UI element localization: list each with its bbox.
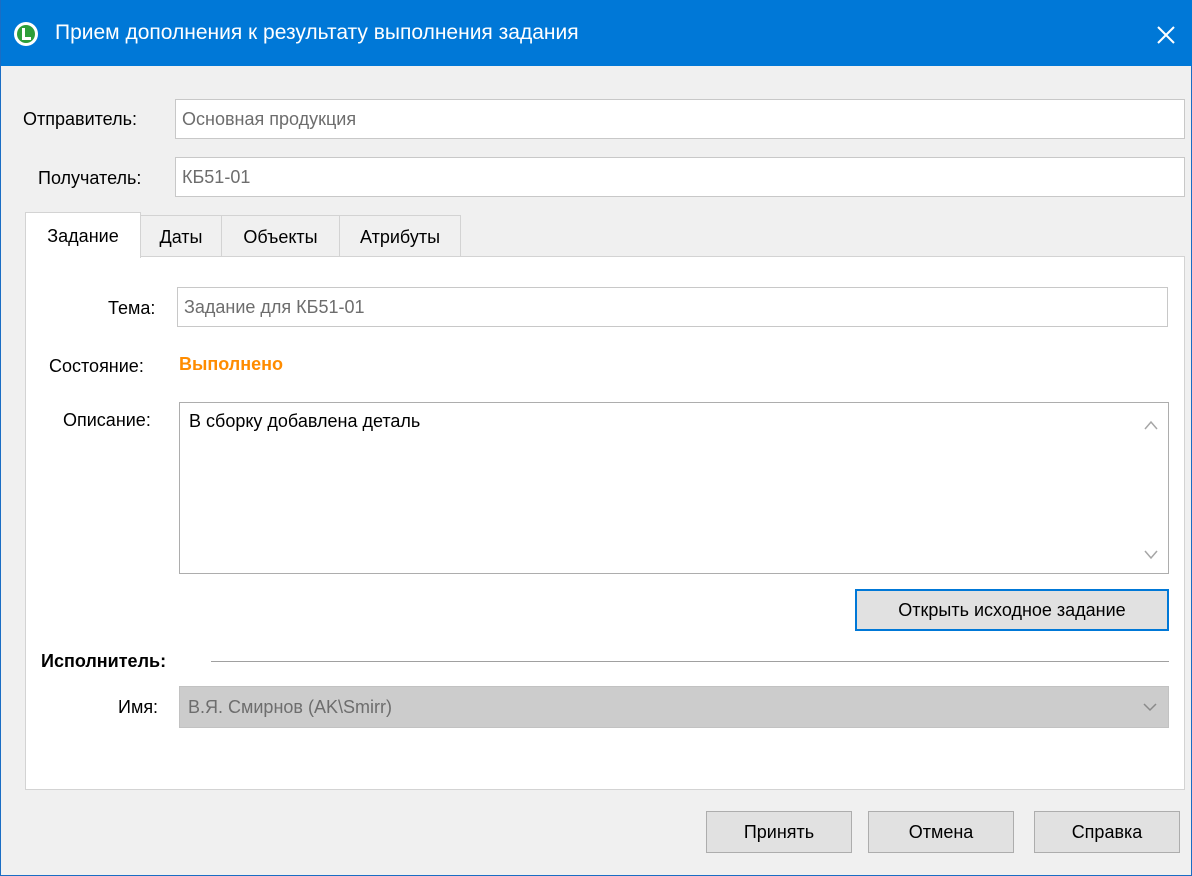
executor-group-label: Исполнитель: xyxy=(41,651,167,671)
dialog-window: Прием дополнения к результату выполнения… xyxy=(0,0,1192,876)
sender-label: Отправитель: xyxy=(23,109,137,129)
executor-divider xyxy=(211,661,1169,662)
description-scrollbar[interactable] xyxy=(1134,403,1168,573)
cancel-button[interactable]: Отмена xyxy=(868,811,1014,853)
subject-label: Тема: xyxy=(108,298,156,318)
recipient-field[interactable]: КБ51-01 xyxy=(175,157,1185,197)
chevron-down-icon[interactable] xyxy=(1142,701,1158,713)
scroll-down-icon[interactable] xyxy=(1143,549,1159,561)
executor-name-value: В.Я. Смирнов (AK\Smirr) xyxy=(188,697,392,717)
recipient-label: Получатель: xyxy=(38,168,142,188)
app-logo-icon xyxy=(14,22,38,46)
window-title: Прием дополнения к результату выполнения… xyxy=(55,21,579,44)
state-value: Выполнено xyxy=(179,354,283,374)
tab-dates[interactable]: Даты xyxy=(140,215,222,257)
help-button[interactable]: Справка xyxy=(1034,811,1180,853)
description-text: В сборку добавлена деталь xyxy=(189,411,421,431)
open-original-task-button[interactable]: Открыть исходное задание xyxy=(855,589,1169,631)
title-bar: Прием дополнения к результату выполнения… xyxy=(1,0,1192,66)
executor-name-combobox[interactable]: В.Я. Смирнов (AK\Smirr) xyxy=(179,686,1169,728)
tab-objects[interactable]: Объекты xyxy=(221,215,340,257)
tab-attributes[interactable]: Атрибуты xyxy=(339,215,461,257)
accept-button[interactable]: Принять xyxy=(706,811,852,853)
tab-task[interactable]: Задание xyxy=(25,212,141,258)
scroll-up-icon[interactable] xyxy=(1143,419,1159,431)
sender-field[interactable]: Основная продукция xyxy=(175,99,1185,139)
description-textarea[interactable]: В сборку добавлена деталь xyxy=(179,402,1169,574)
state-label: Состояние: xyxy=(49,356,144,376)
executor-name-label: Имя: xyxy=(118,697,159,717)
description-label: Описание: xyxy=(63,410,151,430)
subject-field[interactable]: Задание для КБ51-01 xyxy=(177,287,1168,327)
close-icon[interactable] xyxy=(1149,18,1183,52)
